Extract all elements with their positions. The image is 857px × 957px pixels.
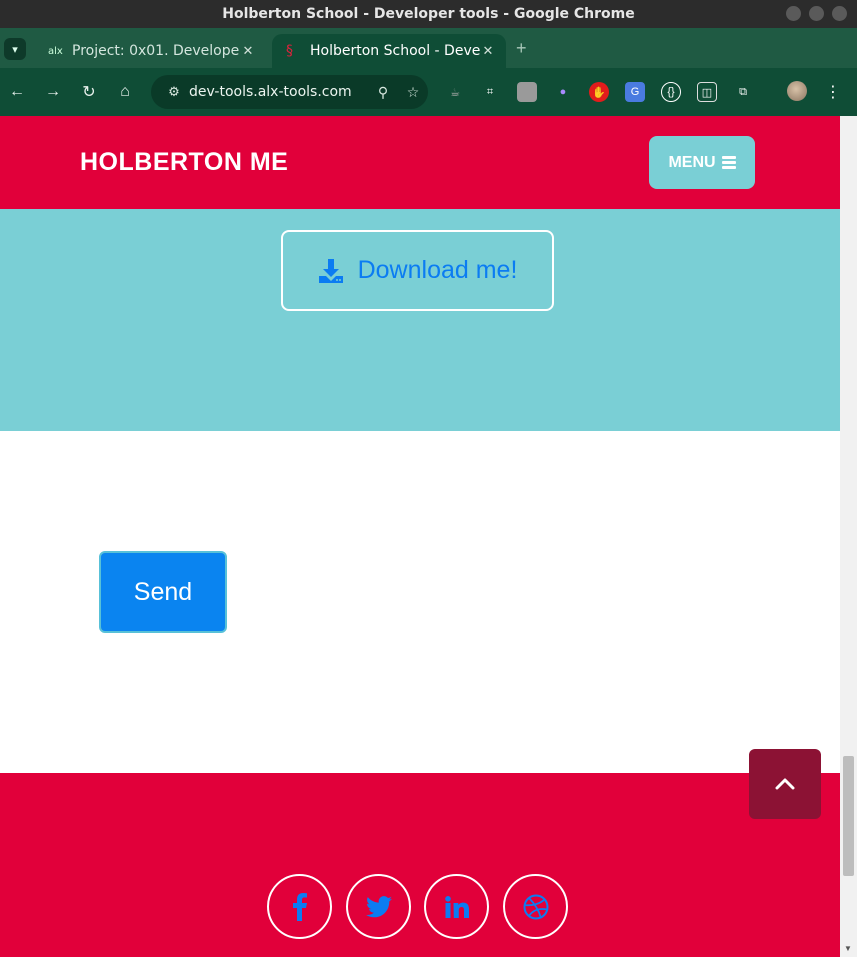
- profile-avatar[interactable]: [787, 81, 807, 101]
- drop-extension-icon[interactable]: ●: [553, 82, 573, 102]
- dribbble-link[interactable]: [503, 874, 568, 939]
- forward-button[interactable]: →: [41, 80, 65, 104]
- back-to-top-button[interactable]: [749, 749, 821, 819]
- send-button[interactable]: Send: [99, 551, 227, 633]
- twitter-link[interactable]: [346, 874, 411, 939]
- translate-extension-icon[interactable]: G: [625, 82, 645, 102]
- url-text[interactable]: dev-tools.alx-tools.com: [189, 84, 368, 100]
- page-scrollbar[interactable]: ▼: [840, 116, 857, 957]
- address-bar[interactable]: ⚙ dev-tools.alx-tools.com ⚲ ☆: [151, 75, 428, 109]
- home-button[interactable]: ⌂: [113, 80, 137, 104]
- window-titlebar: Holberton School - Developer tools - Goo…: [0, 0, 857, 28]
- tab-holberton[interactable]: § Holberton School - Deve ✕: [272, 34, 506, 68]
- download-button[interactable]: Download me!: [281, 230, 554, 311]
- scroll-down-arrow-icon[interactable]: ▼: [844, 944, 853, 953]
- extensions-puzzle-icon[interactable]: ⧉: [733, 82, 753, 102]
- twitter-icon: [365, 895, 392, 917]
- bookmark-star-icon[interactable]: ☆: [398, 84, 428, 101]
- chrome-menu-icon[interactable]: ⋮: [823, 82, 843, 102]
- reload-button[interactable]: ↻: [77, 80, 101, 104]
- gray-extension-icon[interactable]: [517, 82, 537, 102]
- scrollbar-thumb[interactable]: [843, 756, 854, 876]
- window-controls: [786, 6, 847, 21]
- menu-label: MENU: [668, 153, 716, 171]
- braces-extension-icon[interactable]: {}: [661, 82, 681, 102]
- coffee-extension-icon[interactable]: ☕: [445, 82, 465, 102]
- facebook-icon: [292, 892, 307, 921]
- back-button[interactable]: ←: [5, 80, 29, 104]
- download-section: Download me!: [0, 209, 840, 431]
- tab-search-button[interactable]: ▾: [4, 38, 26, 60]
- chevron-up-icon: [775, 778, 795, 790]
- linkedin-icon: [444, 895, 469, 918]
- tab-title: Holberton School - Deve: [310, 43, 480, 59]
- linkedin-link[interactable]: [424, 874, 489, 939]
- new-tab-button[interactable]: +: [516, 38, 527, 59]
- site-info-icon[interactable]: ⚙: [159, 84, 189, 100]
- close-window-button[interactable]: [832, 6, 847, 21]
- site-navbar: HOLBERTON ME MENU: [0, 116, 840, 209]
- tab-title: Project: 0x01. Developer: [72, 43, 240, 59]
- tab-close-icon[interactable]: ✕: [240, 44, 256, 59]
- dribbble-icon: [523, 894, 548, 919]
- maximize-button[interactable]: [809, 6, 824, 21]
- minimize-button[interactable]: [786, 6, 801, 21]
- hamburger-icon: [721, 154, 736, 172]
- site-brand[interactable]: HOLBERTON ME: [80, 148, 288, 177]
- tab-strip: ▾ alx Project: 0x01. Developer ✕ § Holbe…: [0, 28, 857, 68]
- window-title: Holberton School - Developer tools - Goo…: [222, 6, 635, 22]
- browser-toolbar: ← → ↻ ⌂ ⚙ dev-tools.alx-tools.com ⚲ ☆ ☕ …: [0, 68, 857, 116]
- site-footer: [0, 773, 840, 957]
- zoom-icon[interactable]: ⚲: [368, 84, 398, 101]
- menu-button[interactable]: MENU: [649, 136, 755, 189]
- mask-extension-icon[interactable]: ◫: [697, 82, 717, 102]
- alx-favicon-icon: alx: [48, 45, 63, 57]
- download-label: Download me!: [357, 256, 518, 284]
- tab-project[interactable]: alx Project: 0x01. Developer ✕: [34, 34, 266, 68]
- tab-close-icon[interactable]: ✕: [480, 44, 496, 59]
- adblock-extension-icon[interactable]: ✋: [589, 82, 609, 102]
- download-icon: [318, 258, 343, 283]
- screenshot-extension-icon[interactable]: ⌗: [480, 82, 500, 102]
- holberton-favicon-icon: §: [286, 43, 293, 59]
- facebook-link[interactable]: [267, 874, 332, 939]
- contact-section: Send: [0, 431, 840, 773]
- page-viewport: HOLBERTON ME MENU Download me! Send: [0, 116, 840, 957]
